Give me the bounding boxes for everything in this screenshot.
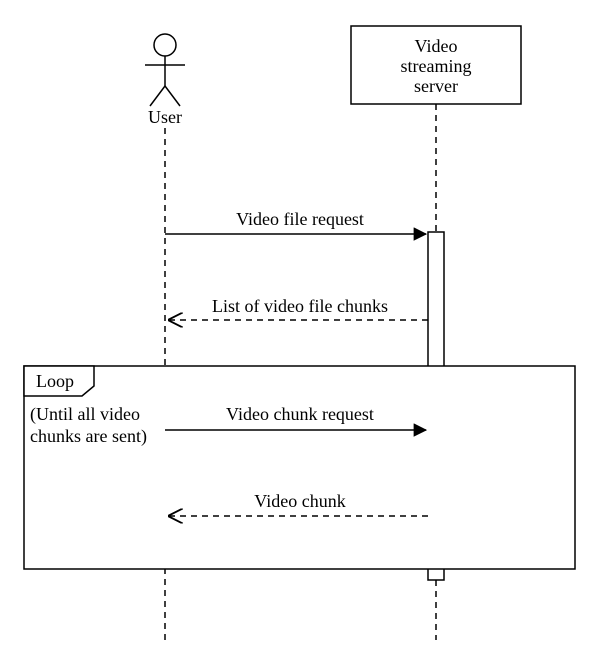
loop-guard-line2: chunks are sent) bbox=[30, 426, 147, 447]
message-video-chunk-label: Video chunk bbox=[254, 491, 345, 511]
message-chunk-request-label: Video chunk request bbox=[226, 404, 374, 424]
user-head-icon bbox=[154, 34, 176, 56]
message-list-chunks-label: List of video file chunks bbox=[212, 296, 388, 316]
user-leg-right-icon bbox=[165, 86, 180, 106]
actor-user-label: User bbox=[148, 107, 182, 127]
server-label-line2: streaming bbox=[401, 56, 472, 76]
server-label-line3: server bbox=[414, 76, 458, 96]
message-video-file-request-label: Video file request bbox=[236, 209, 364, 229]
actor-user: User bbox=[145, 34, 185, 127]
server-label-line1: Video bbox=[415, 36, 458, 56]
loop-frame bbox=[24, 366, 575, 569]
loop-fragment: Loop (Until all video chunks are sent) bbox=[24, 366, 575, 569]
loop-guard-line1: (Until all video bbox=[30, 404, 140, 425]
user-leg-left-icon bbox=[150, 86, 165, 106]
loop-title: Loop bbox=[36, 371, 74, 391]
participant-server: Video streaming server bbox=[351, 26, 521, 104]
sequence-diagram: User Video streaming server Video file r… bbox=[0, 0, 600, 647]
